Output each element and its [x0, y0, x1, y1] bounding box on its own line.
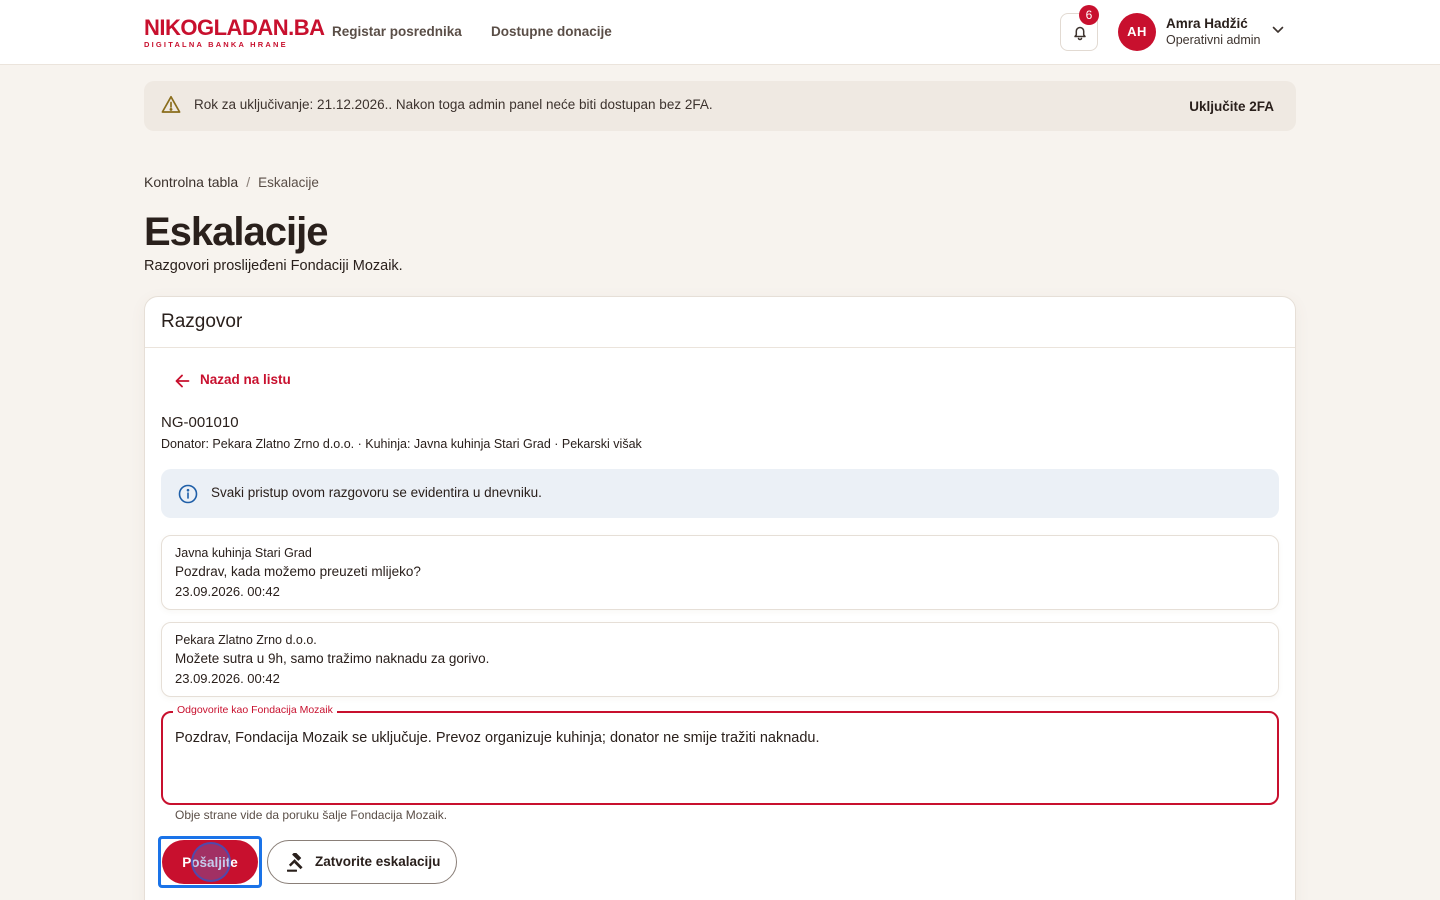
back-to-list-link[interactable]: Nazad na listu [175, 372, 291, 388]
message-item: Pekara Zlatno Zrno d.o.o. Možete sutra u… [161, 622, 1279, 697]
reply-field-label: Odgovorite kao Fondacija Mozaik [173, 704, 337, 716]
send-button[interactable]: Pošaljite [162, 840, 258, 884]
enable-2fa-button[interactable]: Uključite 2FA [1189, 99, 1274, 114]
gavel-icon [287, 853, 303, 872]
notification-count-badge: 6 [1079, 5, 1099, 25]
audit-info-box: Svaki pristup ovom razgovoru se evidenti… [161, 469, 1279, 518]
page-title: Eskalacije [144, 210, 328, 254]
message-item: Javna kuhinja Stari Grad Pozdrav, kada m… [161, 535, 1279, 610]
nav-link-dostupne-donacije[interactable]: Dostupne donacije [491, 24, 612, 39]
message-body: Pozdrav, kada možemo preuzeti mlijeko? [175, 564, 421, 579]
audit-info-text: Svaki pristup ovom razgovoru se evidenti… [211, 485, 542, 500]
top-bar: NIKOGLADAN.BA DIGITALNA BANKA HRANE Regi… [0, 0, 1440, 65]
chevron-down-icon[interactable] [1272, 26, 1284, 34]
breadcrumb: Kontrolna tabla / Eskalacije [144, 174, 319, 190]
reply-textarea[interactable]: Pozdrav, Fondacija Mozaik se uključuje. … [175, 730, 1265, 790]
close-escalation-button[interactable]: Zatvorite eskalaciju [267, 840, 457, 884]
message-timestamp: 23.09.2026. 00:42 [175, 584, 280, 599]
two-factor-warning-banner: Rok za uključivanje: 21.12.2026.. Nakon … [144, 81, 1296, 131]
message-sender: Javna kuhinja Stari Grad [175, 546, 312, 560]
notifications-button[interactable]: 6 [1060, 5, 1099, 51]
logo-tagline: DIGITALNA BANKA HRANE [144, 40, 288, 49]
avatar[interactable]: AH [1118, 13, 1156, 51]
breadcrumb-current: Eskalacije [258, 175, 319, 190]
close-escalation-label: Zatvorite eskalaciju [315, 854, 441, 869]
info-circle-icon [178, 484, 198, 504]
breadcrumb-separator: / [246, 174, 251, 190]
bell-icon [1074, 26, 1086, 41]
conversation-meta: Donator: Pekara Zlatno Zrno d.o.o. · Kuh… [161, 437, 642, 451]
conversation-card: Razgovor Nazad na listu NG-001010 Donato… [144, 296, 1296, 900]
user-role: Operativni admin [1166, 33, 1261, 47]
back-link-label: Nazad na listu [200, 372, 291, 387]
reply-helper-text: Obje strane vide da poruku šalje Fondaci… [175, 808, 448, 822]
card-header: Razgovor [145, 297, 1295, 348]
warning-triangle-icon [161, 95, 181, 113]
banner-message: Rok za uključivanje: 21.12.2026.. Nakon … [194, 97, 713, 112]
card-title: Razgovor [161, 311, 243, 332]
logo[interactable]: NIKOGLADAN.BA DIGITALNA BANKA HRANE [144, 15, 325, 50]
page-subtitle: Razgovori proslijeđeni Fondaciji Mozaik. [144, 258, 403, 274]
breadcrumb-link-dashboard[interactable]: Kontrolna tabla [144, 174, 238, 190]
nav-link-registar-posrednika[interactable]: Registar posrednika [332, 24, 462, 39]
message-body: Možete sutra u 9h, samo tražimo naknadu … [175, 651, 490, 666]
reply-field: Odgovorite kao Fondacija Mozaik Pozdrav,… [161, 704, 1279, 805]
message-timestamp: 23.09.2026. 00:42 [175, 671, 280, 686]
arrow-left-icon [175, 374, 190, 388]
user-name: Amra Hadžić [1166, 16, 1248, 31]
logo-wordmark: NIKOGLADAN.BA [144, 15, 325, 40]
conversation-id: NG-001010 [161, 414, 239, 431]
message-sender: Pekara Zlatno Zrno d.o.o. [175, 633, 317, 647]
